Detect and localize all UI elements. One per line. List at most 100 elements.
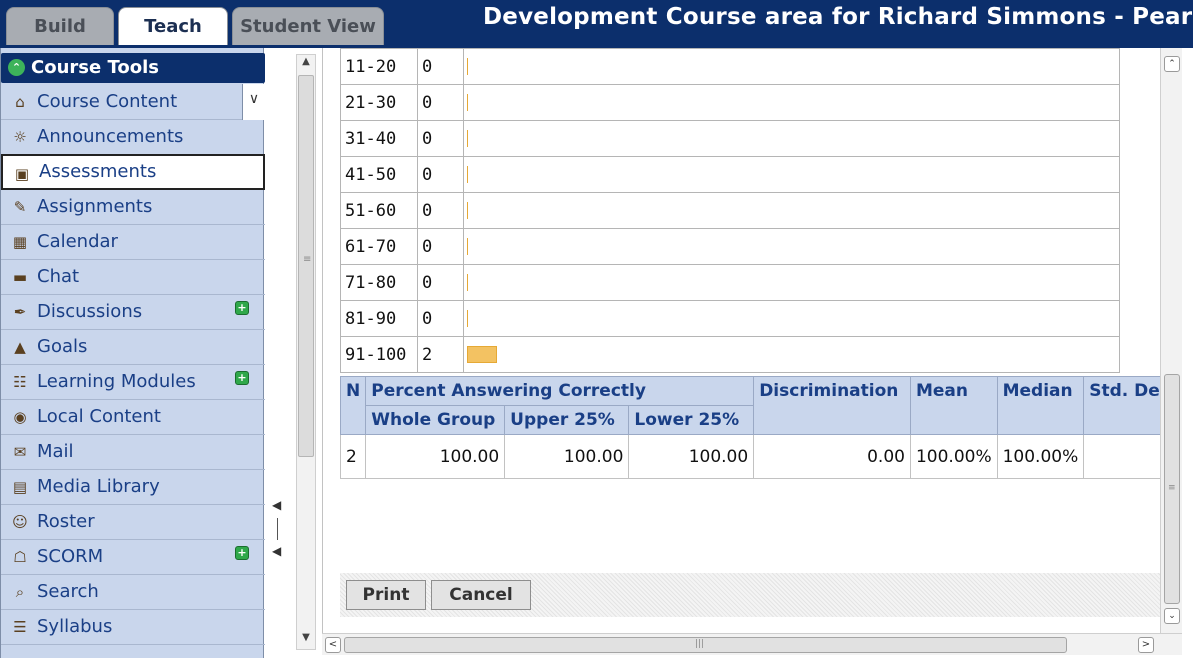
distribution-bar-cell bbox=[463, 120, 1120, 157]
print-button[interactable]: Print bbox=[346, 580, 426, 610]
sidebar-item-label: Calendar bbox=[37, 231, 118, 252]
score-range: 71-80 bbox=[340, 264, 418, 301]
table-row: 21-30 0 bbox=[340, 84, 1120, 121]
main-content: 11-20 0 21-30 0 31-40 0 41-50 0 51-60 0 61-70 0 71-8… bbox=[322, 48, 1182, 633]
assessment-icon: ▣ bbox=[14, 165, 30, 183]
distribution-bar bbox=[467, 274, 468, 291]
score-range: 81-90 bbox=[340, 300, 418, 337]
distribution-bar-cell bbox=[463, 264, 1120, 301]
main-horizontal-scrollbar[interactable]: < ||| > bbox=[322, 633, 1182, 655]
collapse-up-icon[interactable]: ⌃ bbox=[8, 59, 25, 76]
house-icon: ⌂ bbox=[15, 93, 25, 111]
distribution-bar-cell bbox=[463, 228, 1120, 265]
add-icon[interactable]: + bbox=[235, 301, 249, 315]
add-icon[interactable]: + bbox=[235, 546, 249, 560]
cell-n: 2 bbox=[339, 434, 367, 479]
score-range: 11-20 bbox=[340, 48, 418, 85]
grip-icon: ||| bbox=[695, 639, 705, 649]
tab-student-view[interactable]: Student View bbox=[232, 7, 384, 45]
main-vertical-scroll-thumb[interactable]: ≡ bbox=[1164, 374, 1180, 604]
people-icon: ☺ bbox=[12, 513, 28, 531]
sidebar-item-label: Chat bbox=[37, 266, 80, 287]
score-count: 2 bbox=[417, 336, 464, 373]
score-range: 21-30 bbox=[340, 84, 418, 121]
sidebar-item-chat[interactable]: ▬ Chat bbox=[1, 259, 265, 295]
tab-build[interactable]: Build bbox=[6, 7, 114, 45]
distribution-bar bbox=[467, 58, 468, 75]
col-upper-25: Upper 25% bbox=[504, 405, 630, 435]
grip-icon: ≡ bbox=[303, 254, 312, 265]
scroll-down-icon[interactable]: ⌄ bbox=[1164, 608, 1180, 624]
distribution-bar-cell bbox=[463, 192, 1120, 229]
distribution-bar-cell bbox=[463, 336, 1120, 373]
sidebar-item-label: Assignments bbox=[37, 196, 153, 217]
main-vertical-scrollbar[interactable]: ⌃ ≡ ⌄ bbox=[1160, 48, 1182, 633]
sidebar-scroll-thumb[interactable]: ≡ bbox=[298, 75, 314, 457]
sidebar-item-roster[interactable]: ☺ Roster bbox=[1, 504, 265, 540]
table-row: 31-40 0 bbox=[340, 120, 1120, 157]
score-count: 0 bbox=[417, 300, 464, 337]
col-percent-correct: Percent Answering Correctly bbox=[365, 376, 755, 406]
score-count: 0 bbox=[417, 156, 464, 193]
syllabus-icon: ☰ bbox=[13, 618, 27, 636]
chevron-down-icon[interactable]: ∨ bbox=[242, 84, 265, 120]
sidebar-item-discussions[interactable]: ✒ Discussions + bbox=[1, 294, 265, 330]
col-mean: Mean bbox=[909, 376, 998, 435]
sidebar-item-mail[interactable]: ✉ Mail bbox=[1, 434, 265, 470]
sidebar-item-media-library[interactable]: ▤ Media Library bbox=[1, 469, 265, 505]
sidebar-item-label: Assessments bbox=[39, 161, 157, 182]
sidebar-item-label: Search bbox=[37, 581, 99, 602]
table-row: 11-20 0 bbox=[340, 48, 1120, 85]
table-row: 2 100.00 100.00 100.00 0.00 100.00% 100.… bbox=[339, 434, 1182, 479]
scroll-down-icon[interactable]: ▼ bbox=[298, 632, 314, 648]
sidebar-scrollbar[interactable]: ▲ ≡ ▼ bbox=[296, 54, 316, 650]
calendar-icon: ▦ bbox=[12, 233, 28, 251]
cell-lower-25: 100.00 bbox=[628, 434, 755, 479]
score-range: 51-60 bbox=[340, 192, 418, 229]
score-count: 0 bbox=[417, 48, 464, 85]
sidebar-item-calendar[interactable]: ▦ Calendar bbox=[1, 224, 265, 260]
sidebar-item-goals[interactable]: ▲ Goals bbox=[1, 329, 265, 365]
distribution-bar bbox=[467, 130, 468, 147]
search-icon: ⌕ bbox=[15, 583, 25, 601]
score-range: 91-100 bbox=[340, 336, 418, 373]
distribution-bar bbox=[467, 94, 468, 111]
sidebar-collapse-handle[interactable]: ◀ ◀ bbox=[272, 498, 286, 568]
sidebar-item-assignments[interactable]: ✎ Assignments bbox=[1, 189, 265, 225]
sidebar-item-syllabus[interactable]: ☰ Syllabus bbox=[1, 609, 265, 645]
score-range: 61-70 bbox=[340, 228, 418, 265]
sidebar-item-label: SCORM bbox=[37, 546, 104, 567]
sidebar-item-announcements[interactable]: ☼ Announcements bbox=[1, 119, 265, 155]
document-icon: ☷ bbox=[13, 373, 27, 391]
col-median: Median bbox=[996, 376, 1085, 435]
scroll-left-icon[interactable]: < bbox=[325, 637, 341, 653]
sidebar-item-label: Announcements bbox=[37, 126, 184, 147]
main-horizontal-scroll-thumb[interactable]: ||| bbox=[344, 637, 1067, 653]
sidebar-item-search[interactable]: ⌕ Search bbox=[1, 574, 265, 610]
course-tools-label: Course Tools bbox=[31, 57, 159, 78]
scroll-right-icon[interactable]: > bbox=[1138, 637, 1154, 653]
distribution-bar-cell bbox=[463, 156, 1120, 193]
tab-teach[interactable]: Teach bbox=[118, 7, 228, 45]
score-distribution-table: 11-20 0 21-30 0 31-40 0 41-50 0 51-60 0 61-70 0 71-8… bbox=[340, 48, 1120, 373]
scorm-icon: ☖ bbox=[13, 548, 27, 566]
table-row: 41-50 0 bbox=[340, 156, 1120, 193]
col-lower-25: Lower 25% bbox=[628, 405, 755, 435]
course-title: Development Course area for Richard Simm… bbox=[483, 4, 1193, 30]
sidebar-item-local-content[interactable]: ◉ Local Content bbox=[1, 399, 265, 435]
arrow-left-icon: ◀ bbox=[272, 544, 282, 558]
table-row: 71-80 0 bbox=[340, 264, 1120, 301]
course-tools-panel: ⌃ Course Tools ⌂ Course Content ∨ ☼ Announce… bbox=[0, 48, 265, 658]
sidebar-item-course-content[interactable]: ⌂ Course Content ∨ bbox=[1, 84, 265, 120]
score-count: 0 bbox=[417, 84, 464, 121]
sidebar-item-assessments[interactable]: ▣ Assessments bbox=[1, 154, 265, 190]
sidebar-item-label: Discussions bbox=[37, 301, 143, 322]
sidebar-item-learning-modules[interactable]: ☷ Learning Modules + bbox=[1, 364, 265, 400]
scroll-up-icon[interactable]: ▲ bbox=[298, 56, 314, 72]
course-tools-header[interactable]: ⌃ Course Tools bbox=[1, 53, 265, 83]
cancel-button[interactable]: Cancel bbox=[431, 580, 531, 610]
scroll-up-icon[interactable]: ⌃ bbox=[1164, 56, 1180, 72]
sidebar-item-label: Roster bbox=[37, 511, 95, 532]
sidebar-item-scorm[interactable]: ☖ SCORM + bbox=[1, 539, 265, 575]
add-icon[interactable]: + bbox=[235, 371, 249, 385]
